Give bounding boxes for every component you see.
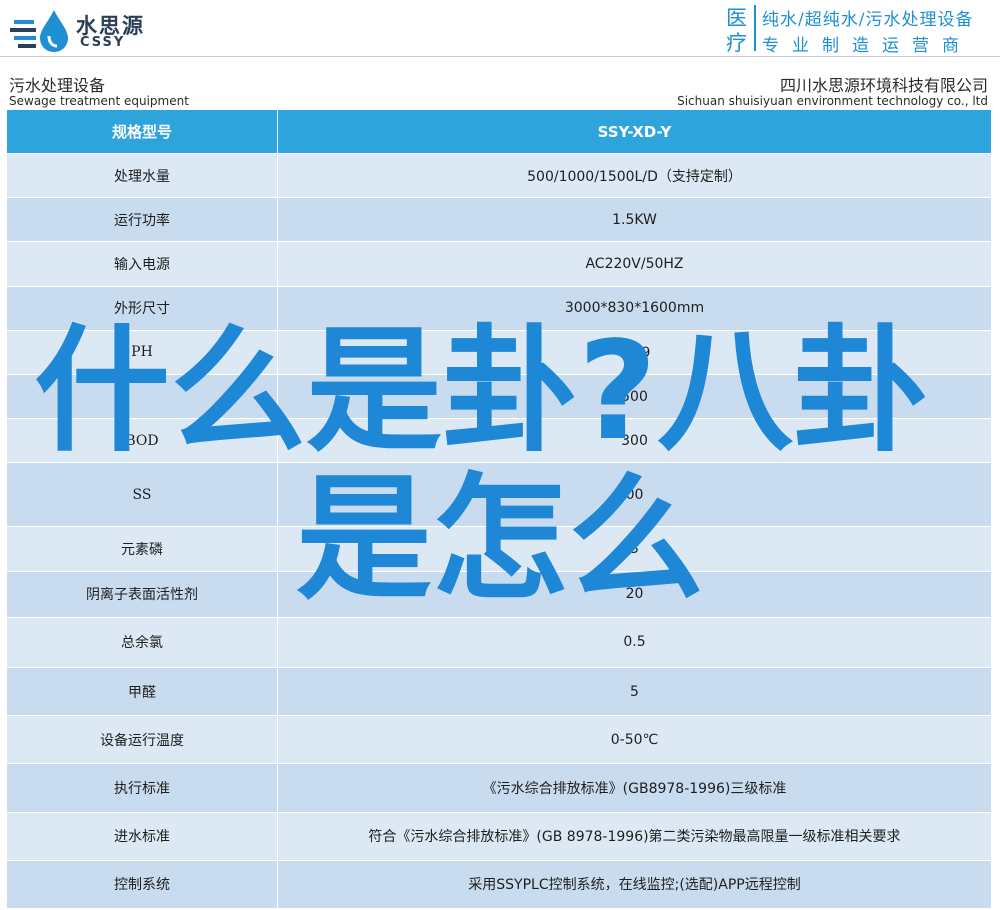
sub-header: 污水处理设备 Sewage treatment equipment 四川水思源环… [0, 56, 1000, 110]
row-value: 0.5 [277, 616, 992, 669]
logo-text-en: CSSY [80, 35, 126, 50]
tagline-products: 纯水/超纯水/污水处理设备 [762, 10, 974, 30]
row-value: 符合《污水综合排放标准》(GB 8978-1996)第二类污染物最高限量一级标准… [277, 811, 992, 861]
company-name-cn: 四川水思源环境科技有限公司 [779, 76, 988, 95]
row-key: 执行标准 [6, 763, 278, 813]
row-value: 1.5KW [277, 197, 992, 243]
overlay-headline: 什么是卦?八卦 是怎么 [34, 318, 934, 614]
table-row: 进水标准 符合《污水综合排放标准》(GB 8978-1996)第二类污染物最高限… [6, 811, 992, 861]
row-key: 处理水量 [6, 153, 278, 199]
row-key: 甲醛 [6, 666, 278, 717]
table-row: 控制系统 采用SSYPLC控制系统，在线监控;(选配)APP远程控制 [6, 859, 992, 910]
row-value: 0-50℃ [277, 715, 992, 765]
header-value-cell: SSY-XD-Y [277, 108, 992, 155]
row-key: 运行功率 [6, 197, 278, 243]
page-header: 水思源 CSSY 医 疗 纯水/超纯水/污水处理设备 专业制造运营商 [0, 0, 1000, 56]
water-drop-logo-icon [10, 10, 68, 52]
table-row: 执行标准 《污水综合排放标准》(GB8978-1996)三级标准 [6, 763, 992, 813]
overlay-line-1: 什么是卦?八卦 [34, 313, 929, 471]
company-name-en: Sichuan shuisiyuan environment technolog… [677, 94, 988, 108]
row-value: 《污水综合排放标准》(GB8978-1996)三级标准 [277, 763, 992, 813]
table-row: 甲醛 5 [6, 666, 992, 717]
row-key: 输入电源 [6, 241, 278, 287]
overlay-line-2: 是怎么 [296, 461, 704, 619]
table-row: 处理水量 500/1000/1500L/D（支持定制） [6, 153, 992, 199]
product-category-cn: 污水处理设备 [9, 76, 106, 95]
product-category-en: Sewage treatment equipment [9, 94, 189, 108]
category-char-2: 疗 [726, 31, 747, 55]
row-key: 控制系统 [6, 859, 278, 910]
sub-header-divider [0, 56, 1000, 57]
table-header-row: 规格型号 SSY-XD-Y [6, 108, 992, 155]
table-row: 设备运行温度 0-50℃ [6, 715, 992, 765]
table-row: 总余氯 0.5 [6, 616, 992, 669]
row-key: 进水标准 [6, 811, 278, 861]
row-value: 5 [277, 666, 992, 717]
table-row: 运行功率 1.5KW [6, 197, 992, 243]
row-value: 500/1000/1500L/D（支持定制） [277, 153, 992, 199]
row-value: 采用SSYPLC控制系统，在线监控;(选配)APP远程控制 [277, 859, 992, 910]
table-row: 输入电源 AC220V/50HZ [6, 241, 992, 287]
row-key: 设备运行温度 [6, 715, 278, 765]
tagline-company: 专业制造运营商 [762, 36, 972, 56]
row-key: 总余氯 [6, 616, 278, 669]
row-value: AC220V/50HZ [277, 241, 992, 287]
header-divider [754, 5, 756, 51]
header-key-cell: 规格型号 [6, 108, 278, 155]
